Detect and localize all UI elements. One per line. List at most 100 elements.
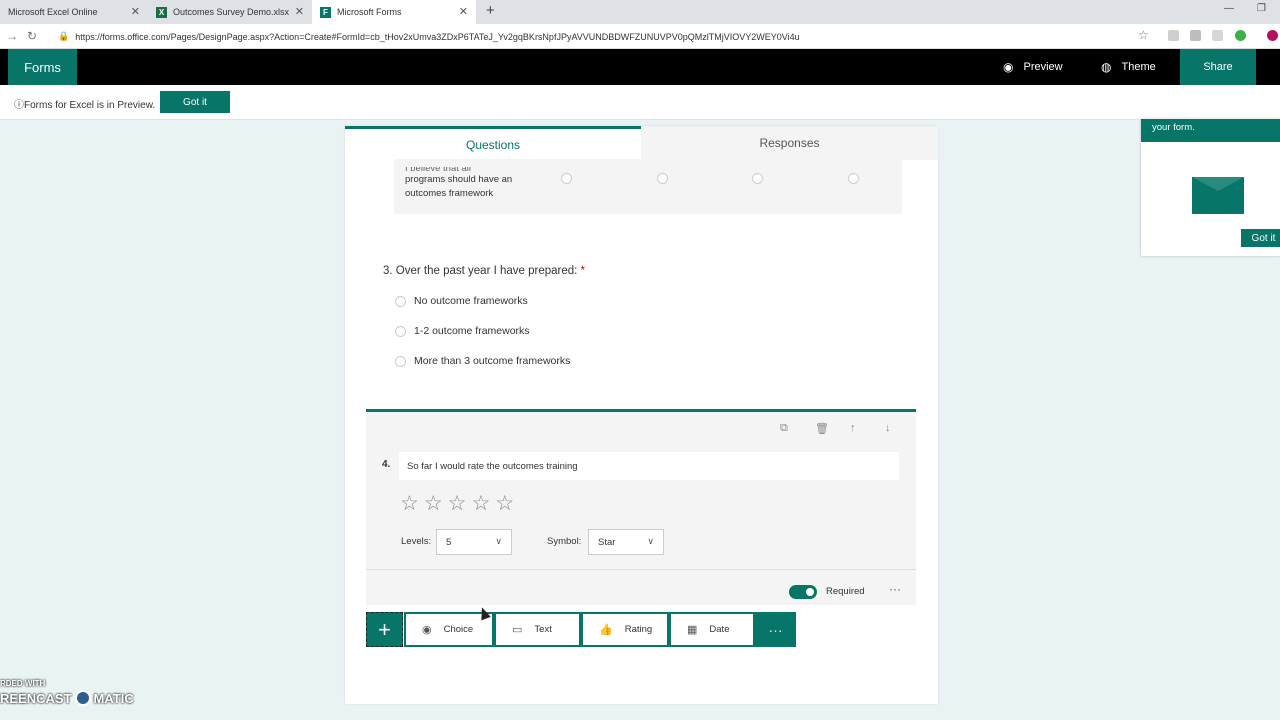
add-text-button[interactable]: ▭ Text — [494, 612, 581, 647]
question-title-input[interactable]: So far I would rate the outcomes trainin… — [399, 452, 899, 480]
coach-got-it-button[interactable]: Got it — [1241, 229, 1280, 247]
radio-button[interactable] — [395, 295, 406, 307]
screencast-watermark: RDED WITH REENCAST MATIC — [0, 679, 134, 706]
forms-brand[interactable]: Forms — [8, 49, 77, 85]
question-number: 3. — [383, 265, 393, 277]
likert-radio[interactable] — [561, 173, 572, 184]
tab-title: Outcomes Survey Demo.xlsx — [173, 7, 290, 17]
forward-icon[interactable]: → — [6, 29, 18, 43]
add-question-button[interactable]: + — [366, 612, 403, 647]
preview-button[interactable]: ◉ Preview — [1003, 49, 1063, 85]
coach-mark-card: your form. Got it — [1141, 119, 1280, 256]
radio-button[interactable] — [395, 355, 406, 367]
url-text: https://forms.office.com/Pages/DesignPag… — [75, 31, 800, 42]
question-number: 4. — [382, 459, 391, 470]
likert-radio[interactable] — [848, 173, 859, 184]
profile-avatar-icon[interactable] — [1267, 30, 1278, 41]
excel-icon: X — [156, 6, 167, 18]
likert-statement-cut: I believe that all — [405, 167, 472, 173]
minimize-icon[interactable]: — — [1224, 3, 1234, 14]
levels-dropdown[interactable]: 5 ∨ — [436, 529, 512, 555]
choice-option[interactable]: No outcome frameworks — [395, 294, 528, 308]
move-up-icon[interactable]: ↑ — [850, 422, 856, 434]
extension-icon[interactable] — [1190, 30, 1201, 41]
form-tabs: Questions Responses — [345, 126, 938, 160]
likert-statement-text: programs should have an outcomes framewo… — [405, 174, 513, 199]
question-3-title: 3. Over the past year I have prepared: * — [383, 265, 585, 277]
date-label: Date — [709, 624, 730, 635]
extension-icon[interactable] — [1212, 30, 1223, 41]
chevron-down-icon: ∨ — [647, 536, 654, 546]
add-date-button[interactable]: ▦ Date — [669, 612, 755, 647]
required-toggle[interactable] — [789, 585, 817, 599]
theme-label: Theme — [1121, 61, 1156, 73]
text-label: Text — [534, 624, 552, 635]
option-label: More than 3 outcome frameworks — [414, 355, 571, 367]
rating-stars: ☆ ☆ ☆ ☆ ☆ — [400, 492, 519, 516]
watermark-line2: REENCAST MATIC — [0, 690, 134, 706]
notice-message: ⓘForms for Excel is in Preview. — [14, 96, 155, 111]
choice-option[interactable]: More than 3 outcome frameworks — [395, 354, 570, 368]
url-field[interactable]: 🔒 https://forms.office.com/Pages/DesignP… — [58, 28, 1158, 45]
preview-notice-bar: ⓘForms for Excel is in Preview. Got it — [0, 85, 1280, 120]
copy-icon[interactable]: ⧉ — [780, 422, 788, 435]
choice-label: Choice — [443, 624, 474, 635]
coach-text: your form. — [1141, 119, 1280, 142]
rating-label: Rating — [624, 624, 653, 635]
watermark-text: REENCAST — [0, 690, 72, 706]
choice-option[interactable]: 1-2 outcome frameworks — [395, 324, 530, 338]
trash-icon[interactable]: 🗑 — [815, 422, 829, 435]
add-rating-button[interactable]: 👍 Rating — [581, 612, 669, 647]
browser-tab-outcomes-survey[interactable]: X Outcomes Survey Demo.xlsx ✕ — [148, 0, 312, 24]
star-icon[interactable]: ☆ — [448, 492, 467, 516]
reload-icon[interactable]: ↻ — [27, 29, 37, 43]
radio-icon: ◉ — [422, 624, 432, 636]
new-tab-button[interactable]: + — [486, 2, 495, 19]
radio-button[interactable] — [395, 325, 406, 337]
notice-text: Forms for Excel is in Preview. — [24, 100, 156, 111]
lock-icon: 🔒 — [58, 31, 70, 41]
watermark-text: MATIC — [93, 690, 134, 706]
star-icon[interactable]: ☆ — [400, 492, 419, 516]
forms-icon: F — [320, 6, 331, 18]
likert-row: I believe that all programs should have … — [394, 159, 902, 214]
restore-icon[interactable]: ❐ — [1257, 3, 1266, 14]
share-button[interactable]: Share — [1180, 49, 1256, 85]
levels-value: 5 — [446, 536, 452, 548]
eye-icon: ◉ — [1003, 60, 1014, 74]
star-icon[interactable]: ☆ — [424, 492, 443, 516]
preview-label: Preview — [1023, 61, 1063, 73]
tab-responses[interactable]: Responses — [641, 126, 938, 160]
calendar-icon: ▦ — [687, 624, 698, 636]
browser-tab-microsoft-forms[interactable]: F Microsoft Forms ✕ — [312, 0, 476, 24]
close-icon[interactable]: ✕ — [131, 5, 140, 18]
move-down-icon[interactable]: ↓ — [885, 422, 891, 434]
more-options-icon[interactable]: ··· — [889, 582, 901, 596]
required-label: Required — [826, 586, 865, 597]
divider — [366, 569, 916, 570]
address-bar: → ↻ 🔒 https://forms.office.com/Pages/Des… — [0, 24, 1280, 49]
question-4-editor: ⧉ 🗑 ↑ ↓ 4. So far I would rate the outco… — [366, 409, 916, 605]
tab-questions[interactable]: Questions — [345, 126, 641, 160]
close-icon[interactable]: ✕ — [459, 5, 468, 18]
envelope-icon — [1192, 177, 1244, 214]
likert-radio[interactable] — [752, 173, 763, 184]
symbol-dropdown[interactable]: Star ∨ — [588, 529, 664, 555]
star-icon[interactable]: ☆ — [471, 492, 490, 516]
extension-icon[interactable] — [1235, 30, 1246, 41]
theme-button[interactable]: ◍ Theme — [1101, 49, 1156, 85]
extension-icon[interactable] — [1168, 30, 1179, 41]
likert-statement: I believe that all programs should have … — [405, 167, 515, 201]
browser-tab-excel-online[interactable]: Microsoft Excel Online ✕ — [0, 0, 148, 24]
question-text: Over the past year I have prepared: — [395, 265, 578, 277]
notice-got-it-button[interactable]: Got it — [160, 91, 230, 113]
more-question-types-button[interactable]: ··· — [755, 612, 796, 647]
star-icon[interactable]: ☆ — [495, 492, 514, 516]
likert-radio[interactable] — [657, 173, 668, 184]
browser-tab-bar: Microsoft Excel Online ✕ X Outcomes Surv… — [0, 0, 1280, 24]
symbol-label: Symbol: — [547, 536, 582, 547]
close-icon[interactable]: ✕ — [295, 5, 304, 18]
bookmark-star-icon[interactable]: ☆ — [1138, 28, 1149, 42]
toggle-knob — [806, 588, 814, 596]
text-field-icon: ▭ — [512, 624, 523, 636]
